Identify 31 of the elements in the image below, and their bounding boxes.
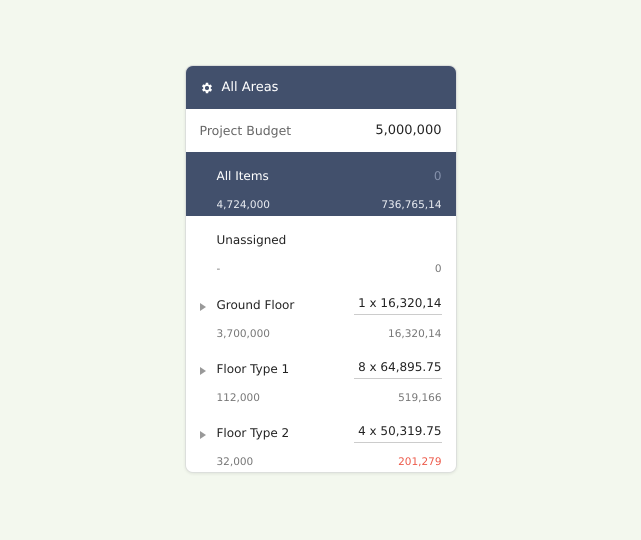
area-name: Unassigned — [216, 233, 288, 247]
area-budget: 4,724,000 — [216, 199, 271, 211]
panel-title: All Areas — [222, 80, 278, 95]
budget-label: Project Budget — [200, 123, 292, 138]
area-budget: - — [216, 263, 222, 275]
area-row[interactable]: Floor Type 1 8 x 64,895.75 112,000 519,166 — [186, 344, 456, 408]
settings-icon[interactable] — [200, 80, 214, 94]
area-quantity: 0 — [434, 169, 442, 183]
area-total: 736,765,14 — [381, 199, 442, 211]
area-quantity: 1 x 16,320,14 — [354, 296, 442, 315]
area-quantity: 4 x 50,319.75 — [354, 424, 442, 443]
area-row[interactable]: Unassigned - 0 — [186, 216, 456, 280]
area-row[interactable]: All Items 0 4,724,000 736,765,14 — [186, 152, 456, 216]
area-name: Floor Type 1 — [216, 362, 290, 376]
expand-icon[interactable] — [200, 366, 206, 375]
area-budget: 32,000 — [216, 456, 254, 468]
area-total: 16,320,14 — [388, 328, 442, 340]
area-budget: 112,000 — [216, 392, 261, 404]
area-name: All Items — [216, 169, 270, 183]
area-total: 519,166 — [398, 392, 442, 404]
area-total: 0 — [434, 263, 442, 275]
area-total: 201,279 — [398, 456, 442, 468]
area-budget: 3,700,000 — [216, 328, 271, 340]
area-name: Ground Floor — [216, 298, 296, 312]
area-row[interactable]: Floor Type 2 4 x 50,319.75 32,000 201,279 — [186, 408, 456, 472]
area-row[interactable]: Ground Floor 1 x 16,320,14 3,700,000 16,320,14 — [186, 280, 456, 344]
area-quantity: 8 x 64,895.75 — [354, 360, 442, 379]
expand-icon[interactable] — [200, 302, 206, 311]
expand-icon[interactable] — [200, 430, 206, 439]
budget-value: 5,000,000 — [375, 123, 442, 138]
area-name: Floor Type 2 — [216, 426, 290, 440]
